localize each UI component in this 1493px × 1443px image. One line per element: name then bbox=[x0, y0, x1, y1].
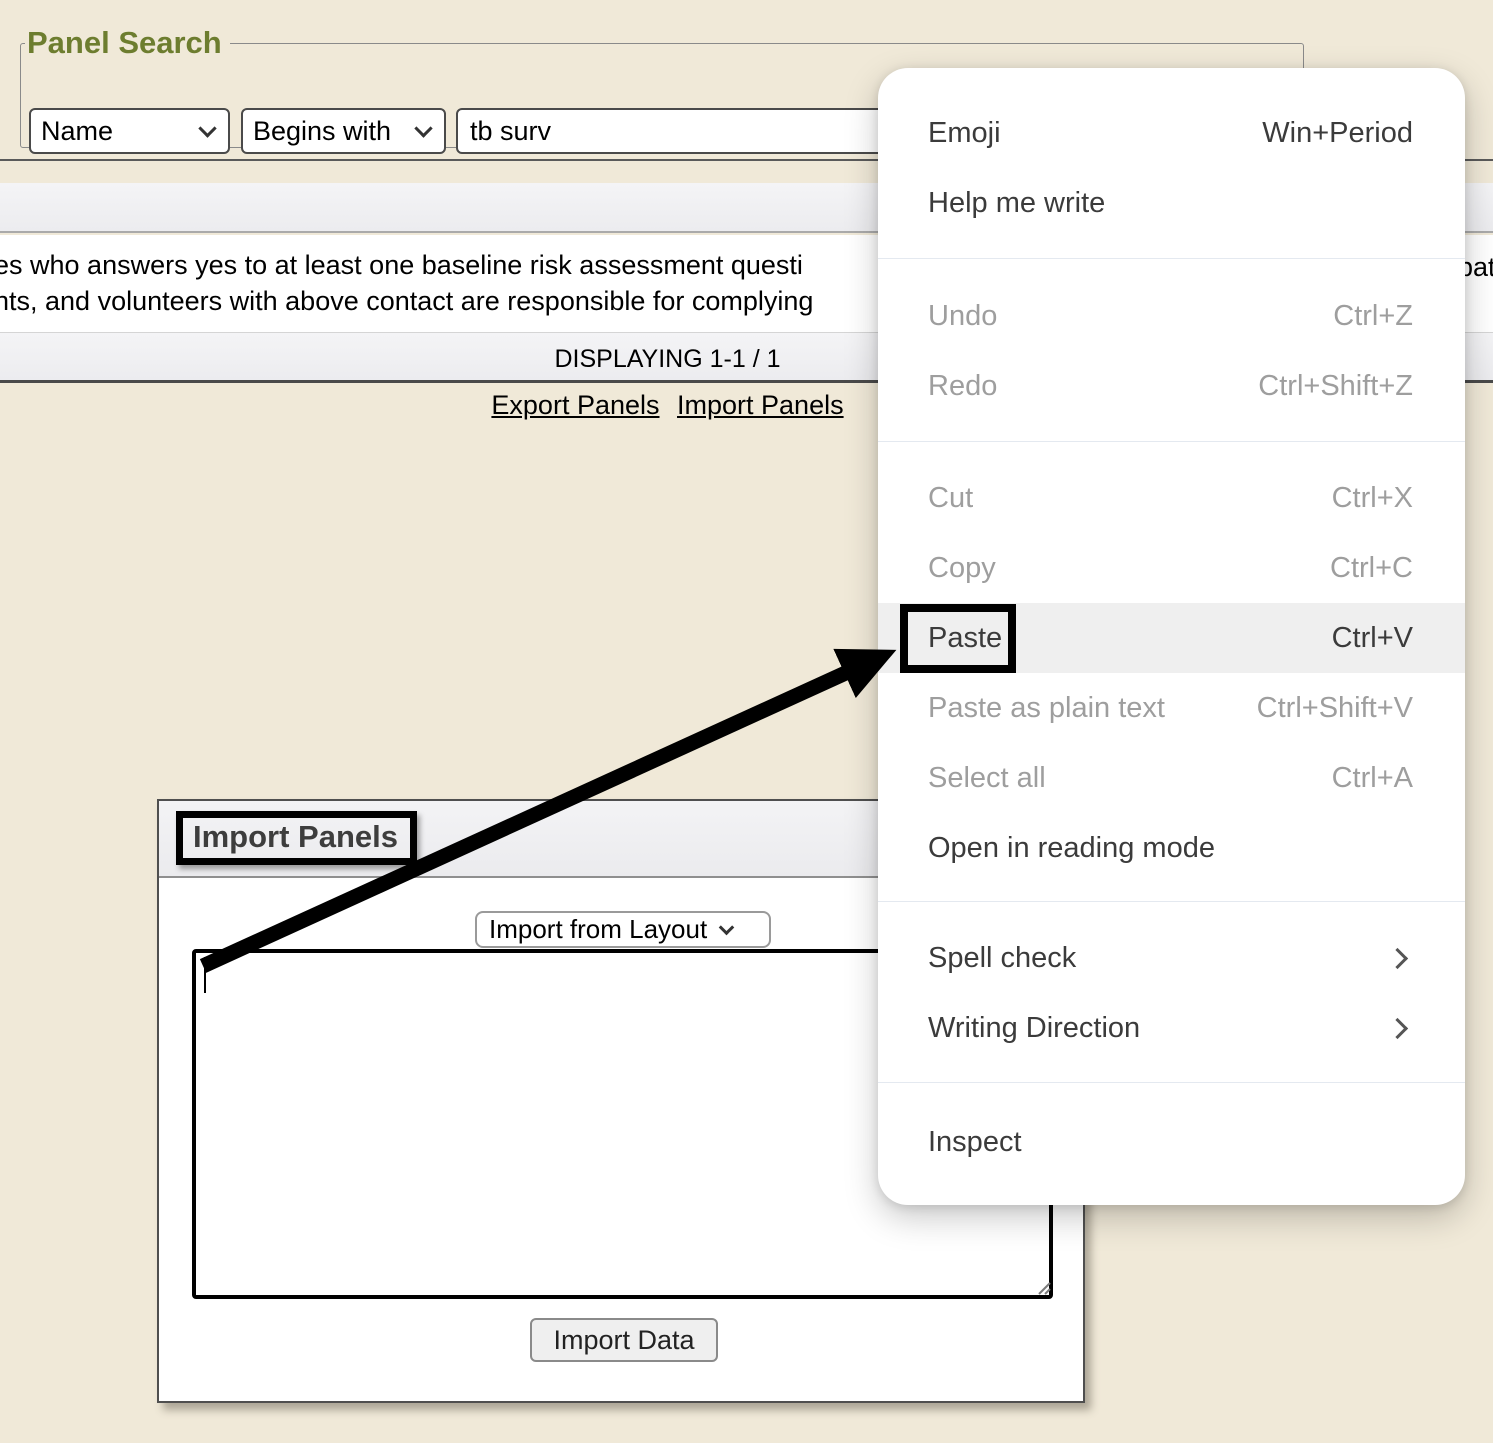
search-field-select-value: Name bbox=[41, 116, 113, 147]
search-operator-select[interactable]: Begins with bbox=[241, 108, 446, 154]
menu-item-inspect[interactable]: Inspect bbox=[878, 1107, 1465, 1177]
chevron-down-icon bbox=[414, 119, 432, 137]
resize-grip-icon[interactable] bbox=[1035, 1279, 1051, 1295]
import-layout-select-value: Import from Layout bbox=[489, 914, 707, 945]
menu-item-paste[interactable]: Paste Ctrl+V bbox=[878, 603, 1465, 673]
search-query-value: tb surv bbox=[470, 116, 551, 147]
import-panels-link[interactable]: Import Panels bbox=[677, 390, 844, 420]
chevron-down-icon bbox=[198, 119, 216, 137]
search-field-select[interactable]: Name bbox=[29, 108, 230, 154]
chevron-down-icon bbox=[719, 919, 735, 935]
menu-item-redo[interactable]: Redo Ctrl+Shift+Z bbox=[878, 351, 1465, 421]
export-panels-link[interactable]: Export Panels bbox=[491, 390, 659, 420]
menu-item-emoji[interactable]: Emoji Win+Period bbox=[878, 98, 1465, 168]
menu-item-paste-as-plain-text[interactable]: Paste as plain text Ctrl+Shift+V bbox=[878, 673, 1465, 743]
chevron-right-icon bbox=[1387, 947, 1408, 968]
row-description-text: es who answers yes to at least one basel… bbox=[0, 247, 813, 319]
context-menu: Emoji Win+Period Help me write Undo Ctrl… bbox=[878, 68, 1465, 1205]
menu-item-undo[interactable]: Undo Ctrl+Z bbox=[878, 281, 1465, 351]
menu-item-writing-direction[interactable]: Writing Direction bbox=[878, 993, 1465, 1063]
dialog-title: Import Panels bbox=[193, 819, 398, 854]
import-data-button[interactable]: Import Data bbox=[530, 1318, 718, 1362]
menu-item-help-me-write[interactable]: Help me write bbox=[878, 168, 1465, 238]
chevron-right-icon bbox=[1387, 1017, 1408, 1038]
import-layout-select[interactable]: Import from Layout bbox=[475, 911, 771, 948]
menu-item-spell-check[interactable]: Spell check bbox=[878, 923, 1465, 993]
paste-annotation-box: Paste bbox=[900, 604, 1016, 673]
panel-search-legend: Panel Search bbox=[25, 26, 230, 60]
menu-item-copy[interactable]: Copy Ctrl+C bbox=[878, 533, 1465, 603]
title-annotation-box: Import Panels bbox=[176, 811, 417, 865]
menu-item-select-all[interactable]: Select all Ctrl+A bbox=[878, 743, 1465, 813]
menu-item-cut[interactable]: Cut Ctrl+X bbox=[878, 463, 1465, 533]
menu-item-open-in-reading-mode[interactable]: Open in reading mode bbox=[878, 813, 1465, 883]
text-cursor bbox=[204, 957, 206, 993]
search-operator-select-value: Begins with bbox=[253, 116, 391, 147]
